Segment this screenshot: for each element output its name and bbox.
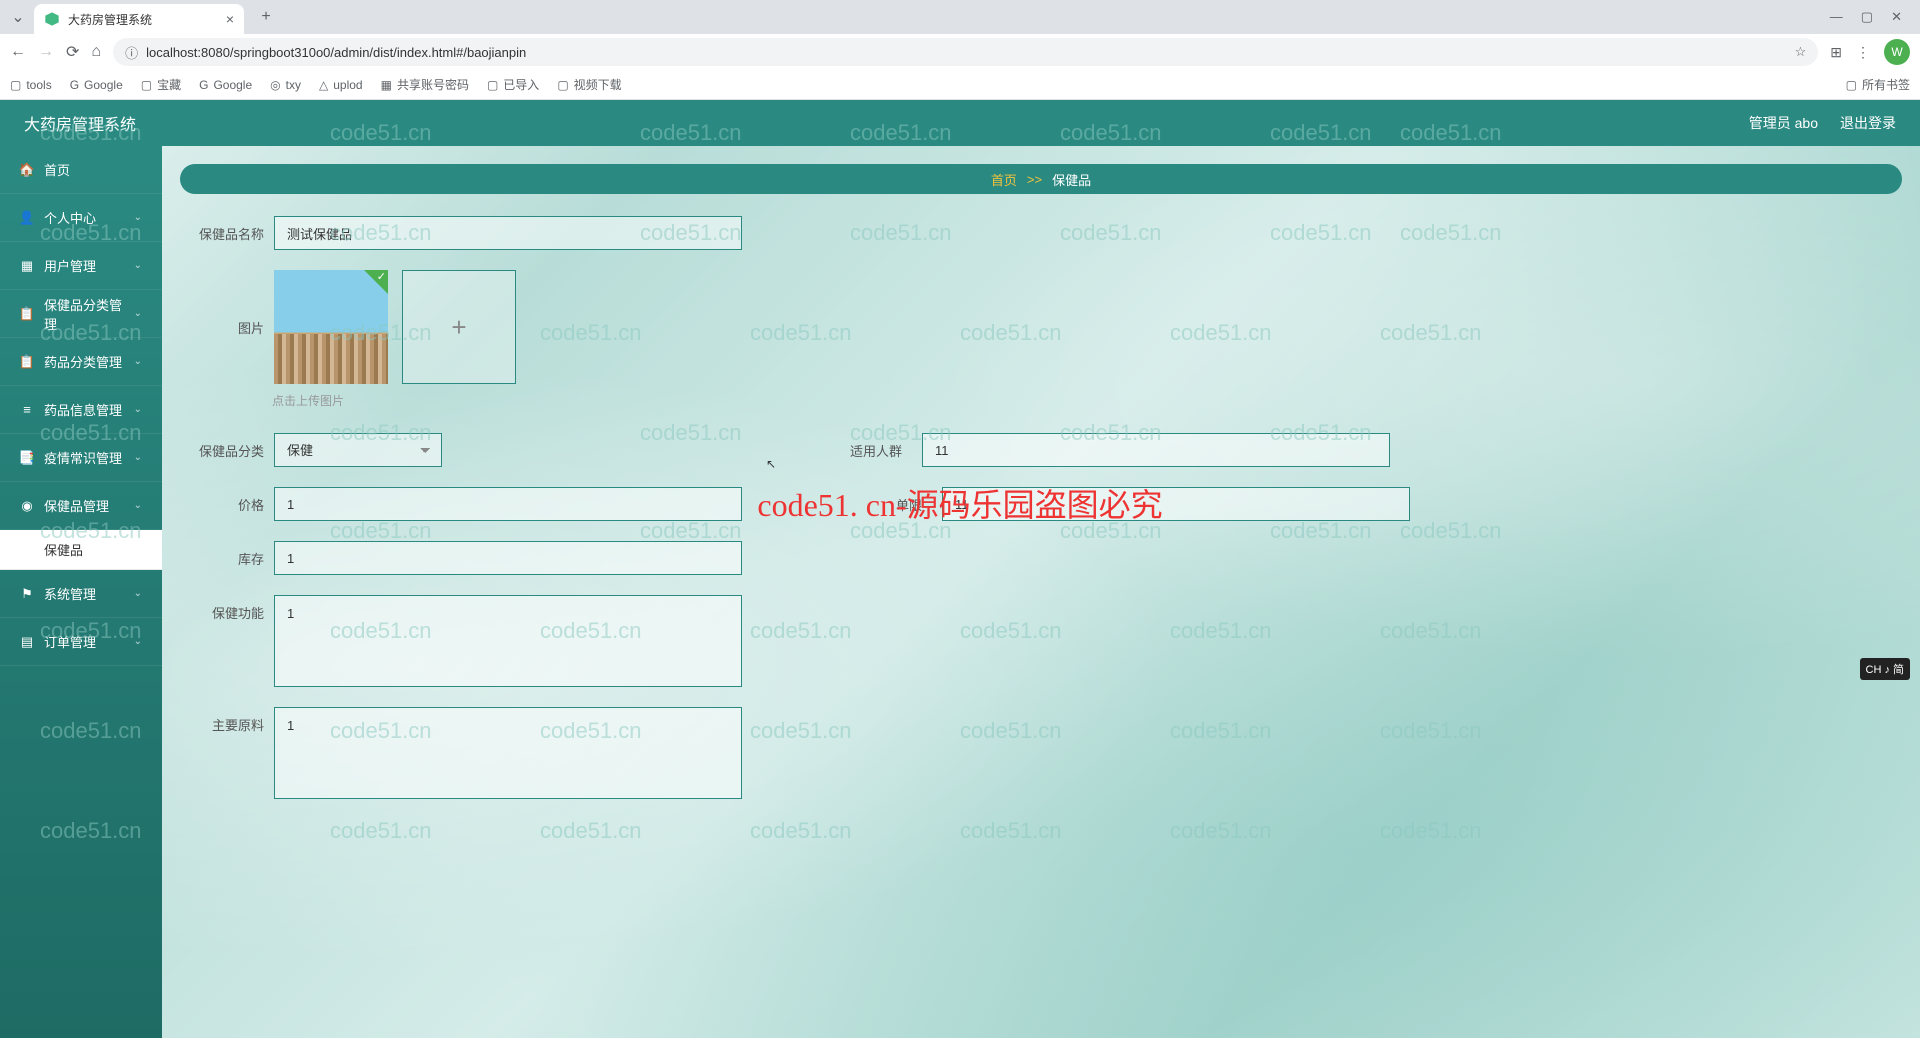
chevron-down-icon: ⌄	[134, 404, 142, 415]
window-controls: — ▢ ✕	[1830, 9, 1912, 25]
chevron-down-icon: ⌄	[134, 308, 142, 319]
material-textarea[interactable]: 1	[274, 707, 742, 799]
bookmark-item[interactable]: ▦ 共享账号密码	[381, 76, 469, 93]
extension-icon[interactable]: ⊞	[1830, 44, 1842, 61]
user-icon: 👤	[20, 210, 34, 226]
main-content: 首页 >> 保健品 保健品名称 图片	[162, 146, 1920, 1038]
sidebar-item-system[interactable]: ⚑系统管理⌄	[0, 570, 162, 618]
limit-label: 单限	[862, 495, 922, 514]
reload-icon[interactable]: ⟳	[66, 42, 79, 62]
ime-indicator[interactable]: CH ♪ 简	[1860, 658, 1911, 680]
bookmark-item[interactable]: ▢ 已导入	[487, 76, 539, 93]
chevron-down-icon: ⌄	[134, 636, 142, 647]
category-select[interactable]: 保健	[274, 433, 442, 467]
stock-label: 库存	[192, 549, 264, 568]
sidebar-item-order[interactable]: ▤订单管理⌄	[0, 618, 162, 666]
browser-tab-bar: ⌄ 大药房管理系统 × + — ▢ ✕	[0, 0, 1920, 34]
function-label: 保健功能	[192, 603, 264, 622]
chevron-down-icon: ⌄	[134, 212, 142, 223]
address-bar: ← → ⟳ ⌂ ⓘ localhost:8080/springboot310o0…	[0, 34, 1920, 70]
breadcrumb-home[interactable]: 首页	[991, 170, 1017, 189]
sidebar-item-home[interactable]: 🏠首页	[0, 146, 162, 194]
list-icon: ≡	[20, 402, 34, 417]
chevron-down-icon: ⌄	[134, 452, 142, 463]
flag-icon: ⚑	[20, 586, 34, 602]
url-text: localhost:8080/springboot310o0/admin/dis…	[146, 45, 526, 60]
dot-icon: ◉	[20, 498, 34, 514]
limit-input[interactable]	[942, 487, 1410, 521]
sidebar-item-health-mgmt[interactable]: ◉保健品管理⌄	[0, 482, 162, 530]
upload-hint: 点击上传图片	[272, 392, 1890, 409]
uploaded-image-thumb[interactable]	[274, 270, 388, 384]
bookmark-item[interactable]: ▢ tools	[10, 78, 52, 92]
sidebar-item-health-category[interactable]: 📋保健品分类管理⌄	[0, 290, 162, 338]
order-icon: ▤	[20, 634, 34, 650]
sidebar-item-user-mgmt[interactable]: ▦用户管理⌄	[0, 242, 162, 290]
sidebar-item-personal[interactable]: 👤个人中心⌄	[0, 194, 162, 242]
bookmark-item[interactable]: ◎ txy	[270, 78, 301, 92]
clipboard-icon: 📋	[20, 354, 34, 370]
bookmark-item[interactable]: G Google	[199, 78, 252, 92]
tab-close-icon[interactable]: ×	[226, 11, 234, 27]
chevron-down-icon: ⌄	[134, 356, 142, 367]
profile-avatar[interactable]: W	[1884, 39, 1910, 65]
favicon-icon	[44, 11, 60, 27]
category-label: 保健品分类	[192, 441, 264, 460]
close-window-icon[interactable]: ✕	[1891, 9, 1902, 25]
name-label: 保健品名称	[192, 224, 264, 243]
sidebar: 🏠首页 👤个人中心⌄ ▦用户管理⌄ 📋保健品分类管理⌄ 📋药品分类管理⌄ ≡药品…	[0, 146, 162, 1038]
forward-icon[interactable]: →	[38, 43, 54, 61]
bookmark-item[interactable]: ▢ 宝藏	[141, 76, 181, 93]
sidebar-subitem-health[interactable]: 保健品	[0, 530, 162, 570]
sidebar-item-drug-info[interactable]: ≡药品信息管理⌄	[0, 386, 162, 434]
crowd-label: 适用人群	[842, 441, 902, 460]
menu-icon[interactable]: ⋮	[1856, 44, 1870, 61]
bookmark-bar: ▢ tools G Google ▢ 宝藏 G Google ◎ txy △ u…	[0, 70, 1920, 100]
chevron-down-icon: ⌄	[134, 588, 142, 599]
app-title: 大药房管理系统	[24, 111, 136, 135]
app-topbar: 大药房管理系统 管理员 abo 退出登录	[0, 100, 1920, 146]
home-icon[interactable]: ⌂	[91, 43, 101, 61]
user-label[interactable]: 管理员 abo	[1749, 113, 1818, 133]
tab-dropdown-icon[interactable]: ⌄	[8, 7, 28, 27]
grid-icon: ▦	[20, 258, 34, 274]
chevron-down-icon: ⌄	[134, 260, 142, 271]
sidebar-item-epidemic[interactable]: 📑疫情常识管理⌄	[0, 434, 162, 482]
name-input[interactable]	[274, 216, 742, 250]
price-input[interactable]	[274, 487, 742, 521]
function-textarea[interactable]: 1	[274, 595, 742, 687]
image-label: 图片	[192, 318, 264, 337]
breadcrumb-separator: >>	[1027, 172, 1042, 187]
url-input[interactable]: ⓘ localhost:8080/springboot310o0/admin/d…	[113, 38, 1818, 66]
new-tab-button[interactable]: +	[252, 3, 280, 31]
bookmark-item[interactable]: △ uplod	[319, 78, 363, 92]
bookmark-item[interactable]: G Google	[70, 78, 123, 92]
material-label: 主要原料	[192, 715, 264, 734]
bookmark-item[interactable]: ▢ 视频下载	[557, 76, 621, 93]
star-icon[interactable]: ☆	[1795, 44, 1807, 60]
home-icon: 🏠	[20, 162, 34, 178]
tab-title: 大药房管理系统	[68, 11, 218, 28]
maximize-icon[interactable]: ▢	[1861, 9, 1873, 25]
back-icon[interactable]: ←	[10, 43, 26, 61]
all-bookmarks[interactable]: ▢ 所有书签	[1846, 76, 1910, 93]
crowd-input[interactable]	[922, 433, 1390, 467]
upload-add-button[interactable]: +	[402, 270, 516, 384]
breadcrumb: 首页 >> 保健品	[180, 164, 1902, 194]
minimize-icon[interactable]: —	[1830, 9, 1843, 25]
check-icon	[364, 270, 388, 294]
browser-tab[interactable]: 大药房管理系统 ×	[34, 4, 244, 34]
price-label: 价格	[192, 495, 264, 514]
sidebar-item-drug-category[interactable]: 📋药品分类管理⌄	[0, 338, 162, 386]
logout-button[interactable]: 退出登录	[1840, 113, 1896, 133]
info-icon: ⓘ	[125, 43, 138, 62]
clipboard-icon: 📋	[20, 306, 34, 322]
stock-input[interactable]	[274, 541, 742, 575]
chevron-down-icon: ⌄	[134, 500, 142, 511]
doc-icon: 📑	[20, 450, 34, 466]
breadcrumb-current: 保健品	[1052, 170, 1091, 189]
